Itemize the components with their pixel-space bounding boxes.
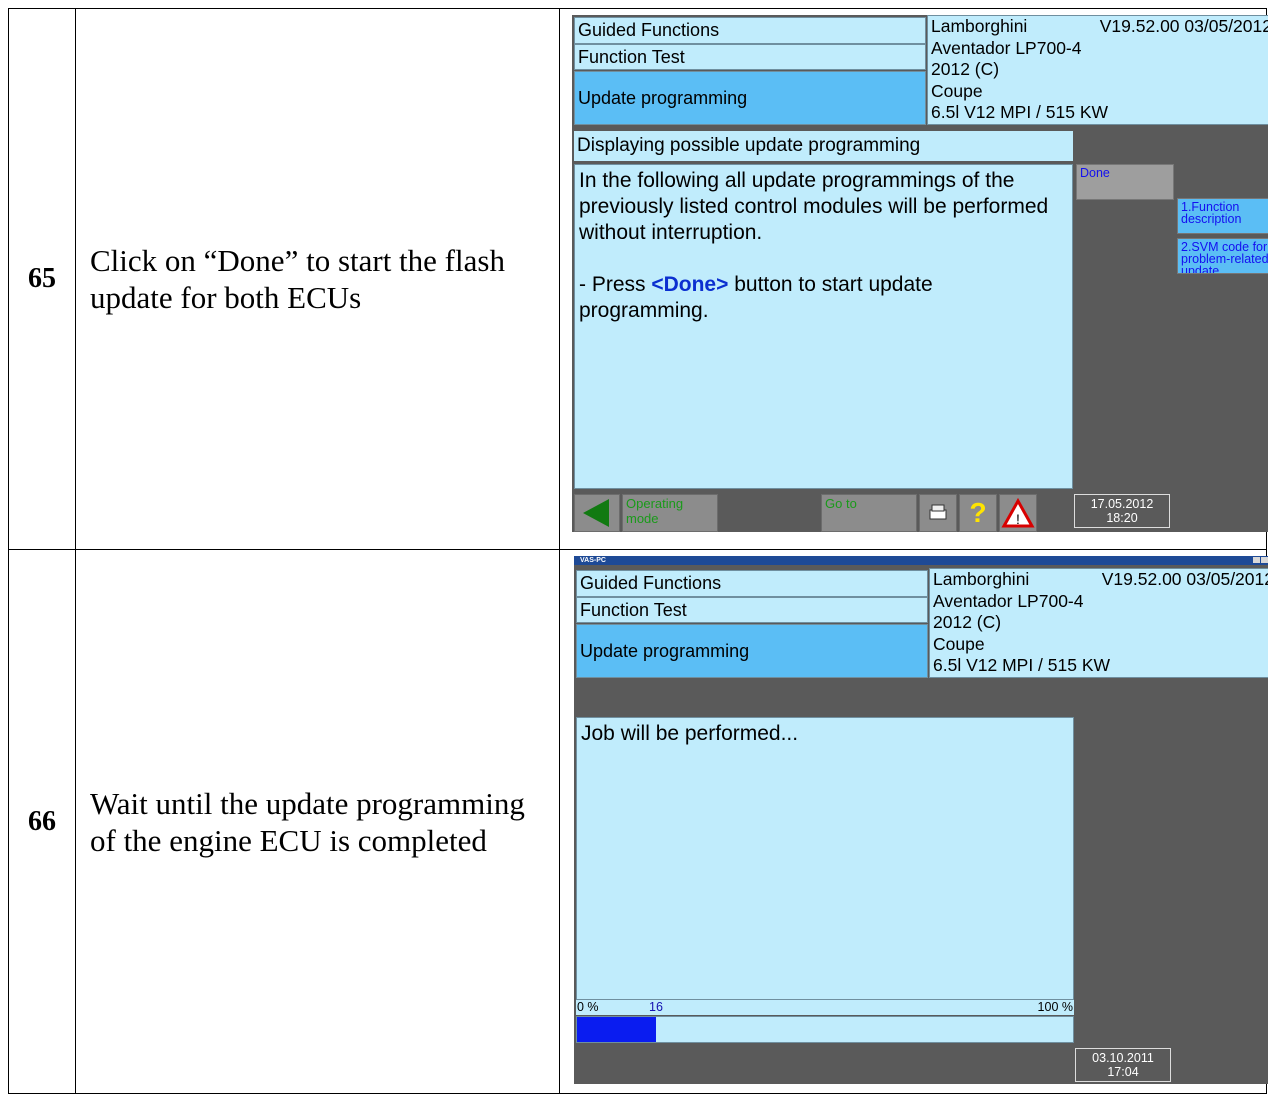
breadcrumb-guided-functions[interactable]: Guided Functions xyxy=(576,570,928,597)
printer-icon xyxy=(929,504,947,520)
breadcrumb-update-programming[interactable]: Update programming xyxy=(576,624,928,678)
date: 17.05.2012 xyxy=(1090,497,1154,511)
section-title: Displaying possible update programming xyxy=(574,131,1073,161)
vehicle-model: Aventador LP700-4 xyxy=(933,590,1084,611)
help-button[interactable]: ? xyxy=(959,494,997,532)
software-version: V19.52.00 03/05/2012 xyxy=(1099,16,1268,36)
maximize-icon[interactable] xyxy=(1261,557,1268,563)
operating-mode-button[interactable]: Operating mode xyxy=(622,494,718,532)
screenshot-cell: VAS-PC Guided Functions Function Test Up… xyxy=(559,549,1268,1094)
message-text: Job will be performed... xyxy=(581,722,799,745)
message-panel: Job will be performed... xyxy=(576,717,1074,1000)
window-controls[interactable] xyxy=(1253,557,1268,564)
go-to-button[interactable]: Go to xyxy=(821,494,917,532)
vehicle-year: 2012 (C) xyxy=(931,59,1000,79)
done-button[interactable]: Done xyxy=(1076,164,1174,200)
breadcrumb-guided-functions[interactable]: Guided Functions xyxy=(574,17,926,44)
step-number: 66 xyxy=(8,549,76,1094)
breadcrumb-function-test[interactable]: Function Test xyxy=(576,597,928,623)
vehicle-engine: 6.5l V12 MPI / 515 KW xyxy=(931,102,1109,122)
window-title: VAS-PC xyxy=(580,557,606,564)
message-text: In the following all update programmings… xyxy=(579,169,1049,244)
minimize-icon[interactable] xyxy=(1253,557,1260,563)
print-button[interactable] xyxy=(919,494,957,532)
done-keyword: <Done> xyxy=(651,273,729,296)
step-instruction: Wait until the update programming of the… xyxy=(75,549,560,1094)
vehicle-body: Coupe xyxy=(931,80,983,101)
step-instruction: Click on “Done” to start the flash updat… xyxy=(75,8,560,550)
instruction-table: 65 Click on “Done” to start the flash up… xyxy=(8,8,1268,1094)
screenshot-cell: Guided Functions Function Test Update pr… xyxy=(559,8,1268,550)
vehicle-info: Lamborghini V19.52.00 03/05/2012 Aventad… xyxy=(927,15,1268,125)
progress-fill xyxy=(577,1017,657,1042)
vehicle-model: Aventador LP700-4 xyxy=(931,37,1082,58)
back-arrow-icon xyxy=(583,499,609,527)
breadcrumb-update-programming[interactable]: Update programming xyxy=(574,71,926,125)
breadcrumb-function-test[interactable]: Function Test xyxy=(574,44,926,70)
message-panel: In the following all update programmings… xyxy=(574,164,1073,489)
warning-icon: ! xyxy=(1001,497,1035,528)
progress-current-label: 16 xyxy=(649,1000,663,1014)
time: 17:04 xyxy=(1107,1065,1139,1079)
progress-end-label: 100 % xyxy=(1037,1000,1073,1014)
time: 18:20 xyxy=(1106,511,1138,525)
vas-screen-step-65: Guided Functions Function Test Update pr… xyxy=(572,15,1268,532)
vas-screen-step-66: VAS-PC Guided Functions Function Test Up… xyxy=(574,556,1268,1084)
message-press-instruction: - Press <Done> button to start update pr… xyxy=(579,273,933,322)
vehicle-body: Coupe xyxy=(933,633,985,654)
software-version: V19.52.00 03/05/2012 xyxy=(1101,569,1268,589)
vehicle-info: Lamborghini V19.52.00 03/05/2012 Aventad… xyxy=(929,568,1268,678)
window-titlebar: VAS-PC xyxy=(574,556,1268,565)
progress-bar xyxy=(576,1016,1074,1043)
back-button[interactable] xyxy=(574,494,620,532)
progress-start-label: 0 % xyxy=(577,1000,599,1014)
function-description-button[interactable]: 1.Function description xyxy=(1177,198,1268,234)
step-number: 65 xyxy=(8,8,76,550)
date: 03.10.2011 xyxy=(1092,1051,1154,1065)
progress-labels: 0 % 16 100 % xyxy=(576,1000,1074,1015)
datetime-display: 17.05.2012 18:20 xyxy=(1074,494,1170,528)
vehicle-engine: 6.5l V12 MPI / 515 KW xyxy=(933,655,1111,675)
vehicle-year: 2012 (C) xyxy=(933,612,1002,632)
warning-button[interactable]: ! xyxy=(999,494,1037,532)
svg-text:!: ! xyxy=(1016,511,1020,527)
datetime-display: 03.10.2011 17:04 xyxy=(1075,1048,1171,1082)
svm-code-button[interactable]: 2.SVM code for problem-related update xyxy=(1177,238,1268,274)
